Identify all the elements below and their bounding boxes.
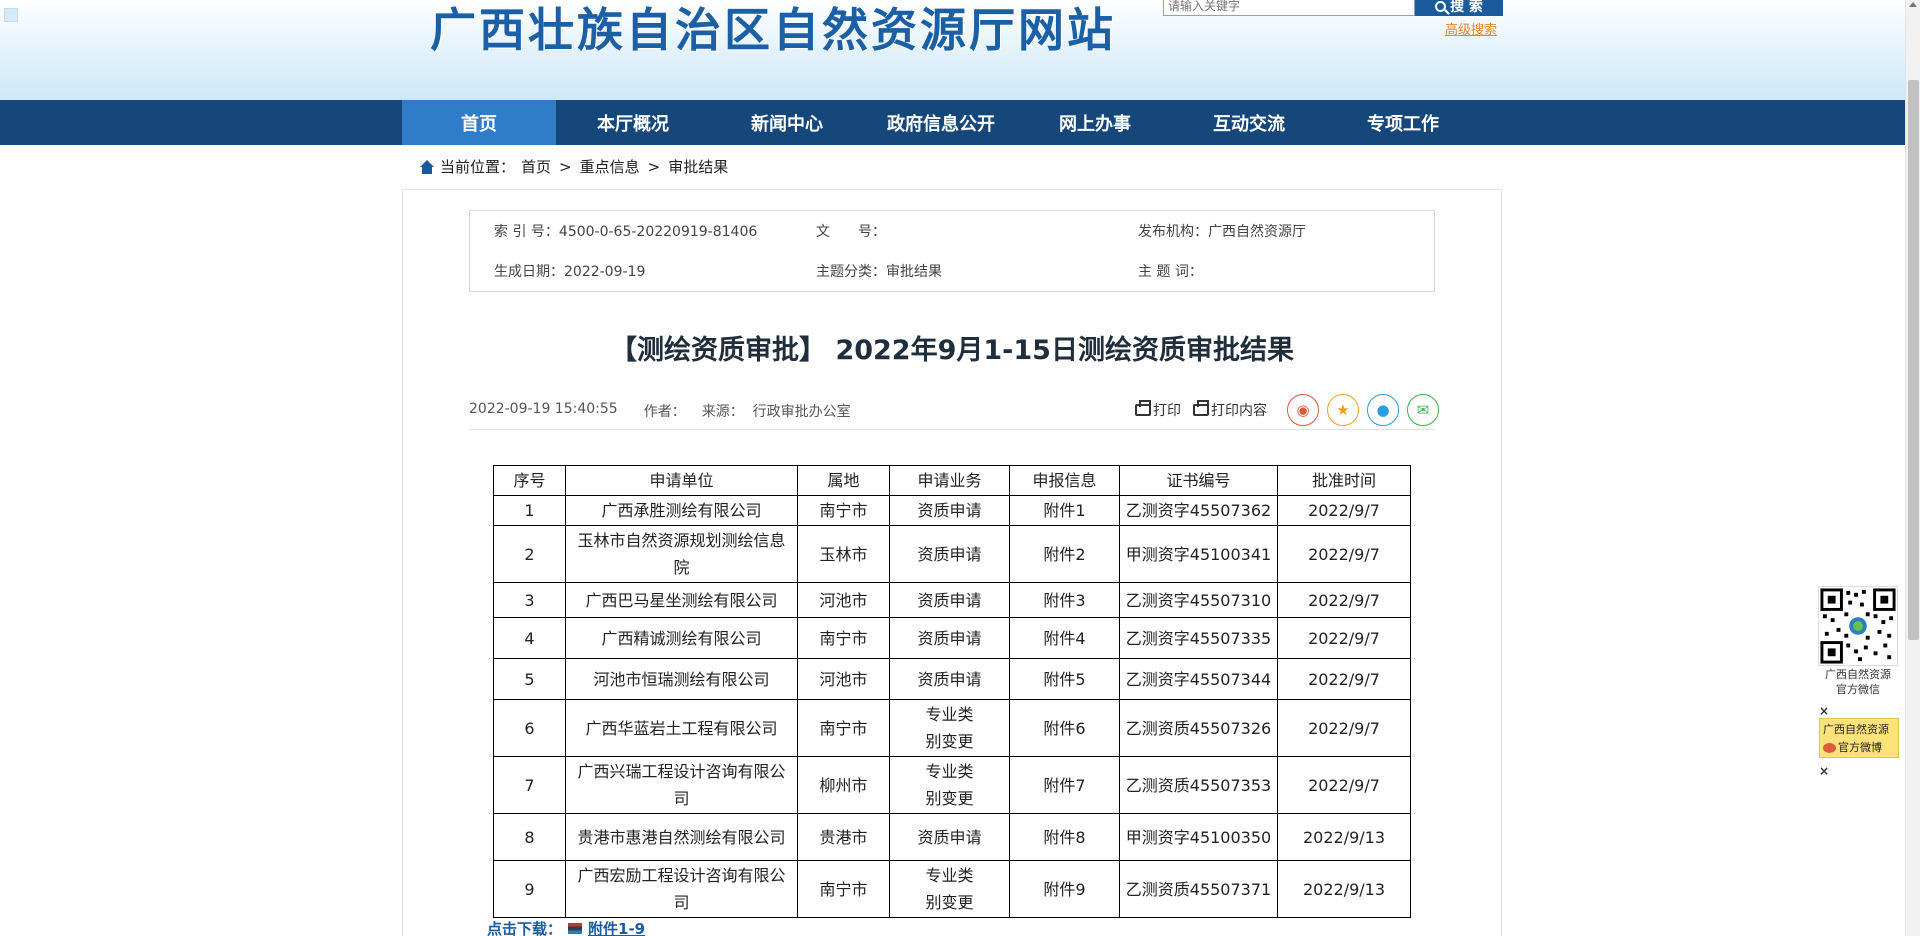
search-icon: [1435, 0, 1447, 12]
table-row: 3 广西巴马星坐测绘有限公司 河池市 资质申请 附件3 乙测资字45507310 2022/…: [493, 582, 1411, 618]
meta-category: 主题分类：审批结果: [816, 264, 942, 280]
site-title[interactable]: 广西壮族自治区自然资源厅网站: [430, 0, 1116, 60]
corner-icon: [4, 8, 18, 22]
vertical-scrollbar[interactable]: [1905, 0, 1920, 936]
meta-date: 生成日期：2022-09-19: [494, 264, 646, 280]
col-header-region: 属地: [797, 465, 890, 496]
table-row: 4 广西精诚测绘有限公司 南宁市 资质申请 附件4 乙测资字45507335 2022/9/…: [493, 617, 1411, 659]
document-meta: 索 引 号：4500-0-65-20220919-81406 文 号： 发布机构…: [469, 210, 1435, 292]
qq-share-icon[interactable]: ●: [1367, 394, 1399, 426]
attachment-link[interactable]: 附件3: [1009, 582, 1120, 618]
article-tools: 打印 打印内容 ◉ ★ ● ✉: [1135, 394, 1439, 426]
weibo-share-icon[interactable]: ◉: [1287, 394, 1319, 426]
meta-date-value: 2022-09-19: [564, 264, 646, 280]
wechat-share-icon[interactable]: ✉: [1407, 394, 1439, 426]
download-attachment-link[interactable]: 附件1-9: [588, 918, 645, 936]
breadcrumb: 当前位置： 首页 > 重点信息 > 审批结果: [420, 156, 728, 177]
attachment-link[interactable]: 附件7: [1009, 756, 1120, 814]
breadcrumb-separator: >: [559, 157, 572, 176]
col-header-attachment: 申报信息: [1009, 465, 1120, 496]
nav-item-special-work[interactable]: 专项工作: [1326, 100, 1480, 145]
print-button[interactable]: 打印: [1135, 400, 1181, 420]
meta-index: 索 引 号：4500-0-65-20220919-81406: [494, 224, 758, 240]
table-header-row: 序号 申请单位 属地 申请业务 申报信息 证书编号 批准时间: [493, 465, 1411, 496]
nav-item-interaction[interactable]: 互动交流: [1172, 100, 1326, 145]
table-row: 1 广西承胜测绘有限公司 南宁市 资质申请 附件1 乙测资字45507362 2022/9/…: [493, 495, 1411, 526]
attachment-link[interactable]: 附件2: [1009, 525, 1120, 583]
download-line: 点击下载： 附件1-9: [487, 918, 645, 936]
table-row: 6 广西华蓝岩土工程有限公司 南宁市 专业类别变更 附件6 乙测资质45507326 202…: [493, 699, 1411, 757]
home-icon: [420, 159, 434, 174]
meta-publisher-value: 广西自然资源厅: [1208, 224, 1306, 240]
site-header: 广西壮族自治区自然资源厅网站 搜 索 高级搜索: [0, 0, 1905, 100]
table-row: 5 河池市恒瑞测绘有限公司 河池市 资质申请 附件5 乙测资字45507344 2022/9…: [493, 658, 1411, 700]
attachment-link[interactable]: 附件6: [1009, 699, 1120, 757]
qzone-share-icon[interactable]: ★: [1327, 394, 1359, 426]
attachment-link[interactable]: 附件1: [1009, 495, 1120, 526]
meta-index-value: 4500-0-65-20220919-81406: [558, 224, 758, 240]
article-datetime: 2022-09-19 15:40:55: [469, 401, 618, 417]
meta-category-value: 审批结果: [886, 264, 942, 280]
breadcrumb-key-info[interactable]: 重点信息: [580, 156, 640, 177]
weibo-icon: [1823, 743, 1836, 753]
attachment-link[interactable]: 附件9: [1009, 860, 1120, 918]
wechat-qr-code: [1818, 586, 1898, 666]
approval-results-table: 序号 申请单位 属地 申请业务 申报信息 证书编号 批准时间 1 广西承胜测绘有限…: [493, 465, 1411, 918]
attachment-icon: [568, 923, 583, 934]
article-source: 来源： 行政审批办公室: [701, 404, 851, 420]
col-header-business: 申请业务: [889, 465, 1010, 496]
table-row: 9 广西宏励工程设计咨询有限公司 南宁市 专业类别变更 附件9 乙测资质45507371 2…: [493, 860, 1411, 918]
breadcrumb-home[interactable]: 首页: [521, 156, 551, 177]
attachment-link[interactable]: 附件5: [1009, 658, 1120, 700]
nav-item-online-service[interactable]: 网上办事: [1018, 100, 1172, 145]
breadcrumb-label: 当前位置：: [440, 158, 516, 176]
close-wechat-widget[interactable]: ×: [1819, 704, 1829, 718]
col-header-certificate: 证书编号: [1119, 465, 1278, 496]
print-content-button[interactable]: 打印内容: [1193, 400, 1267, 420]
printer-icon: [1135, 400, 1151, 416]
meta-doc-no: 文 号：: [816, 224, 886, 240]
breadcrumb-separator: >: [647, 157, 661, 176]
breadcrumb-approval-results[interactable]: 审批结果: [668, 156, 728, 177]
article-author: 作者：: [643, 404, 686, 420]
table-row: 2 玉林市自然资源规划测绘信息院 玉林市 资质申请 附件2 甲测资字45100341 202…: [493, 525, 1411, 583]
table-row: 7 广西兴瑞工程设计咨询有限公司 柳州市 专业类别变更 附件7 乙测资质45507353 2…: [493, 756, 1411, 814]
search-input[interactable]: [1163, 0, 1415, 16]
divider: [469, 429, 1435, 430]
wechat-label: 广西自然资源 官方微信: [1825, 668, 1891, 696]
scroll-up-icon[interactable]: [1909, 2, 1917, 7]
download-label: 点击下载：: [487, 920, 563, 936]
search-button[interactable]: 搜 索: [1415, 0, 1503, 16]
advanced-search-link[interactable]: 高级搜索: [1445, 19, 1497, 38]
table-row: 8 贵港市惠港自然测绘有限公司 贵港市 资质申请 附件8 甲测资字45100350 2022…: [493, 813, 1411, 861]
nav-item-gov-info[interactable]: 政府信息公开: [864, 100, 1018, 145]
scrollbar-thumb[interactable]: [1908, 80, 1919, 640]
search-button-label: 搜 索: [1450, 0, 1483, 15]
weibo-widget[interactable]: 广西自然资源 官方微博: [1819, 718, 1899, 758]
meta-publisher: 发布机构：广西自然资源厅: [1138, 224, 1306, 240]
printer-icon: [1193, 400, 1209, 416]
col-header-applicant: 申请单位: [565, 465, 798, 496]
article-info: 2022-09-19 15:40:55 作者： 来源： 行政审批办公室: [469, 401, 851, 421]
attachment-link[interactable]: 附件8: [1009, 813, 1120, 861]
attachment-link[interactable]: 附件4: [1009, 617, 1120, 659]
article-title: 【测绘资质审批】 2022年9月1-15日测绘资质审批结果: [610, 335, 1294, 366]
col-header-no: 序号: [493, 465, 566, 496]
meta-keywords: 主 题 词：: [1138, 264, 1203, 280]
main-nav: 首页 本厅概况 新闻中心 政府信息公开 网上办事 互动交流 专项工作: [0, 100, 1905, 145]
nav-item-home[interactable]: 首页: [402, 100, 556, 145]
col-header-approval-date: 批准时间: [1277, 465, 1411, 496]
close-weibo-widget[interactable]: ×: [1819, 764, 1829, 778]
nav-item-overview[interactable]: 本厅概况: [556, 100, 710, 145]
nav-item-news[interactable]: 新闻中心: [710, 100, 864, 145]
